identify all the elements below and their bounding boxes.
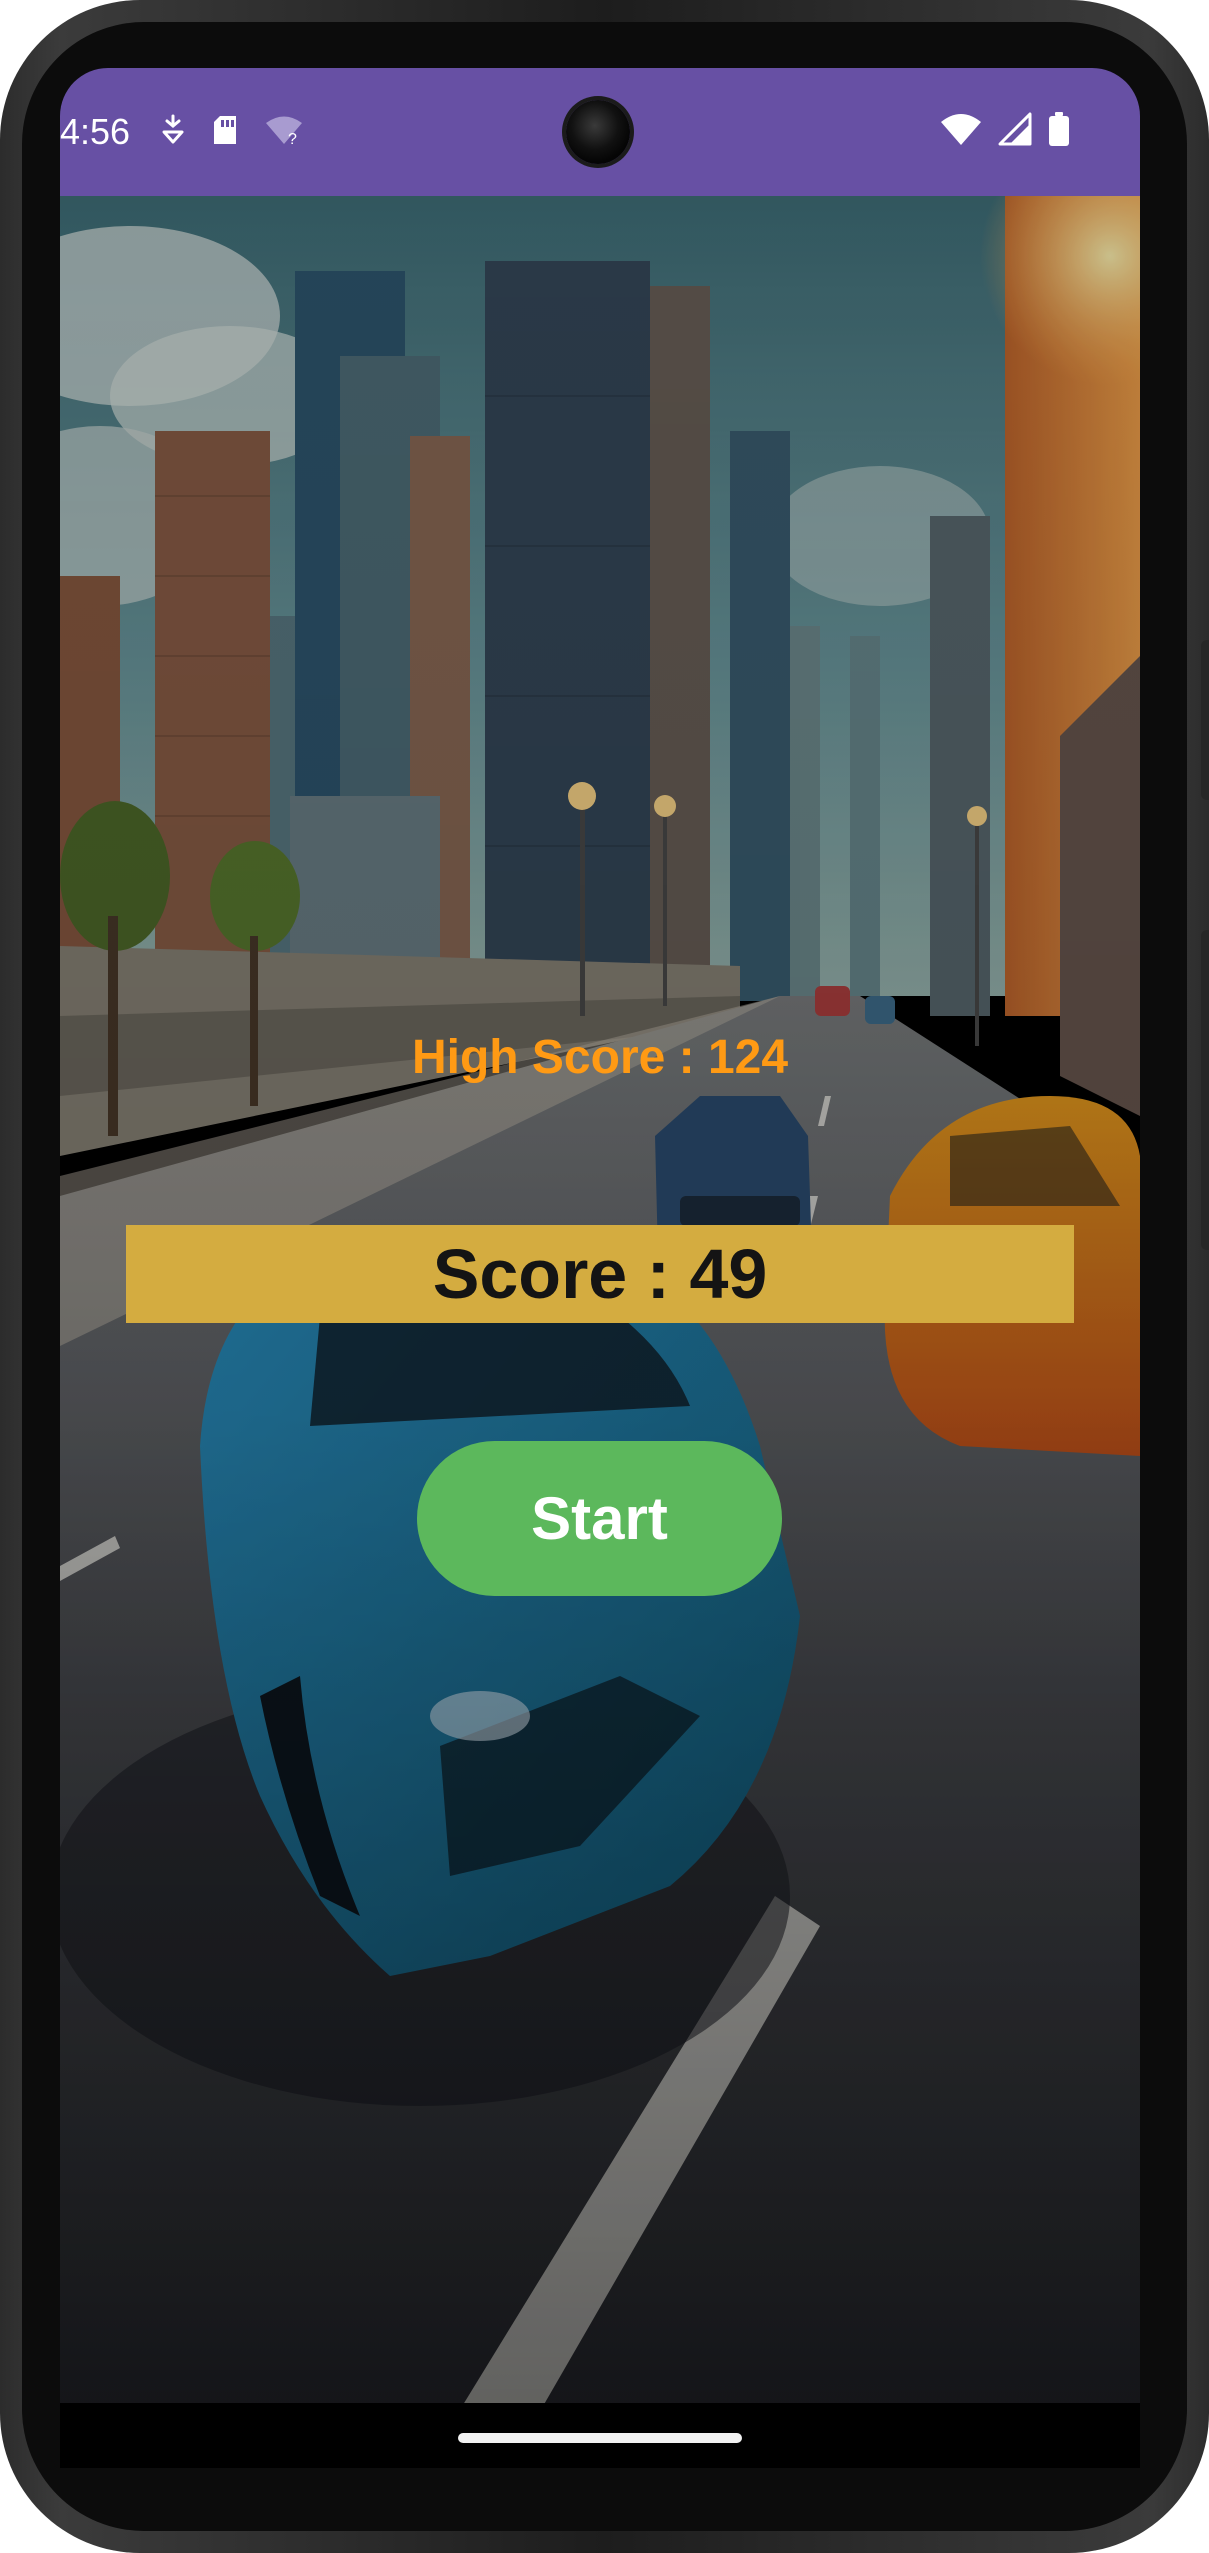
status-bar: 4:56 ? [60,68,1140,196]
svg-text:?: ? [288,131,297,146]
sd-card-icon [212,114,238,151]
power-button [1201,640,1209,800]
wifi-unknown-icon: ? [264,114,304,151]
volume-button [1201,930,1209,1250]
navigation-bar [60,2403,1140,2468]
screen: 4:56 ? High Score: 124 Score: 49 Start [60,68,1140,2468]
status-icons-left: ? [160,112,304,152]
wifi-icon [940,112,982,151]
front-camera [566,100,630,164]
start-button[interactable]: Start [417,1441,782,1596]
game-area: High Score : 124 Score : 49 Start [60,196,1140,2403]
battery-icon [1048,111,1070,152]
assistant-icon [160,114,186,151]
status-icons-right [940,108,1070,154]
status-time: 4:56 [60,111,131,152]
high-score-label: High Score : 124 [411,1031,789,1084]
score-bar: Score : 49 [126,1225,1074,1323]
phone-frame: 4:56 ? High Score: 124 Score: 49 Start [0,0,1209,2553]
home-gesture-handle[interactable] [458,2433,742,2443]
signal-icon [998,112,1032,151]
score-label: Score : 49 [432,1235,768,1313]
